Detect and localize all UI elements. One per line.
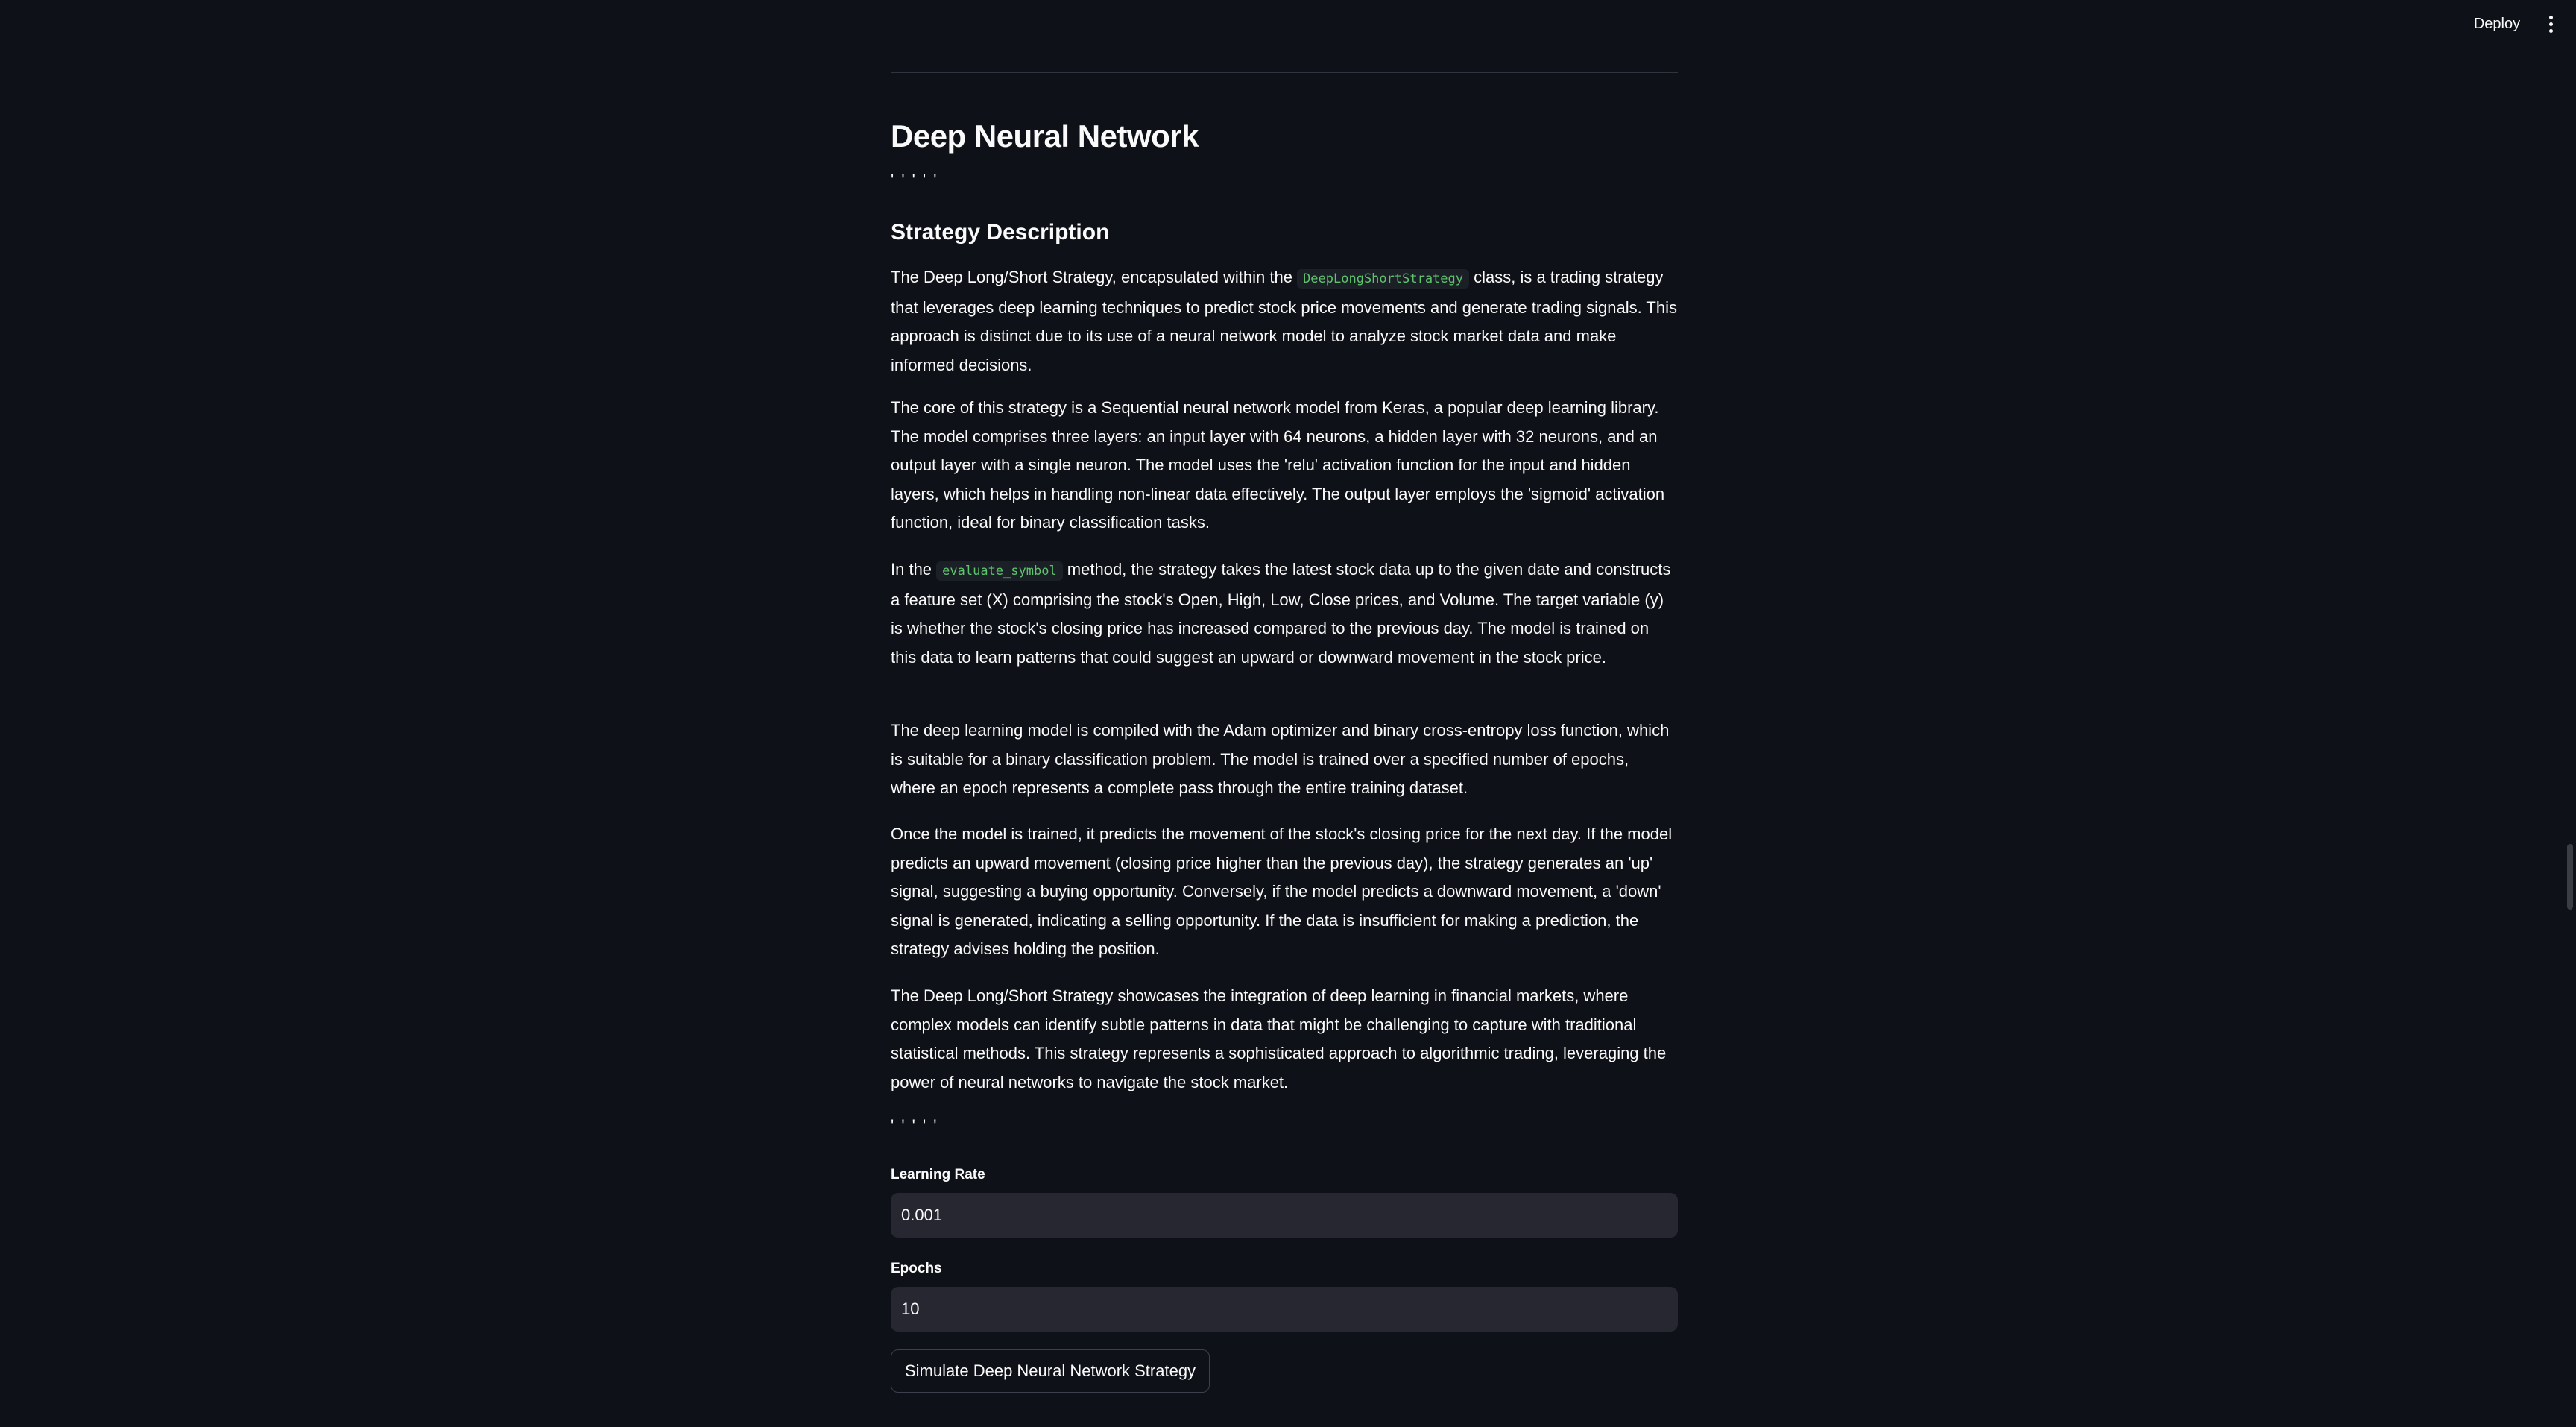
epochs-input[interactable]	[891, 1287, 1678, 1332]
simulate-strategy-button[interactable]: Simulate Deep Neural Network Strategy	[891, 1349, 1210, 1393]
paragraph-1: The Deep Long/Short Strategy, encapsulat…	[891, 263, 1678, 379]
paragraph-6: The Deep Long/Short Strategy showcases t…	[891, 986, 1667, 1091]
learning-rate-label: Learning Rate	[891, 1167, 985, 1182]
paragraph-4: The deep learning model is compiled with…	[891, 721, 1670, 797]
page-title: Deep Neural Network	[891, 119, 1199, 154]
section-heading: Strategy Description	[891, 220, 1110, 245]
paragraph-3-text-a: In the	[891, 560, 937, 579]
paragraph-3: In the evaluate_symbol method, the strat…	[891, 555, 1678, 672]
epochs-label: Epochs	[891, 1261, 942, 1276]
ticks-text-top: ' ' ' ' '	[891, 171, 938, 189]
class-name-code: DeepLongShortStrategy	[1297, 269, 1469, 289]
divider	[891, 72, 1678, 73]
method-name-code: evaluate_symbol	[936, 561, 1063, 581]
vertical-ellipsis-icon[interactable]	[2537, 10, 2564, 37]
paragraph-1-text-a: The Deep Long/Short Strategy, encapsulat…	[891, 268, 1298, 286]
ticks-text-bottom: ' ' ' ' '	[891, 1116, 938, 1135]
app-header: Deploy	[0, 0, 2576, 48]
paragraph-2: The core of this strategy is a Sequentia…	[891, 398, 1665, 532]
deploy-button[interactable]: Deploy	[2460, 12, 2534, 36]
paragraph-5: Once the model is trained, it predicts t…	[891, 825, 1673, 958]
scrollbar-thumb[interactable]	[2567, 844, 2573, 910]
learning-rate-input[interactable]	[891, 1193, 1678, 1238]
